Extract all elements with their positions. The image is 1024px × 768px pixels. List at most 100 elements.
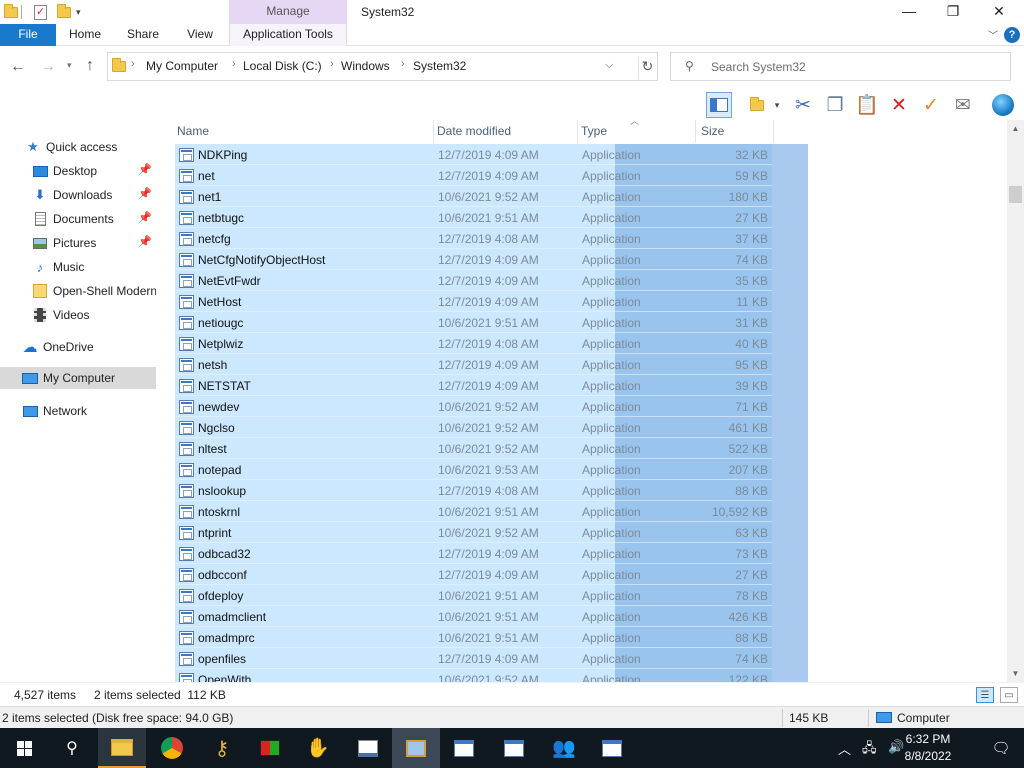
tray-overflow-icon[interactable]: ︿ [838, 739, 851, 758]
nav-music[interactable]: ♪ Music [0, 256, 156, 278]
file-list[interactable]: NDKPing 12/7/2019 4:09 AM Application 32 KB… [175, 144, 808, 682]
nav-network[interactable]: Network [0, 400, 156, 422]
table-row[interactable]: Netplwiz 12/7/2019 4:08 AM Application 40 K… [175, 333, 808, 354]
navigation-pane-icon[interactable] [706, 92, 732, 118]
clock-time[interactable]: 6:32 PM [898, 732, 958, 746]
pin-icon[interactable]: 📌 [138, 163, 152, 176]
vertical-scrollbar[interactable]: ▲ ▼ [1007, 120, 1024, 682]
table-row[interactable]: ntprint 10/6/2021 9:52 AM Application 63 KB [175, 522, 808, 543]
tab-share[interactable]: Share [120, 24, 166, 46]
qat-customize-icon[interactable]: ▾ [76, 3, 81, 21]
recent-locations-icon[interactable]: ▾ [67, 60, 72, 71]
taskbar-app-4[interactable] [246, 728, 294, 768]
taskbar-app-6[interactable] [344, 728, 392, 768]
cut-icon[interactable]: ✂ [790, 92, 816, 118]
back-button[interactable]: ← [10, 58, 26, 76]
table-row[interactable]: netsh 12/7/2019 4:09 AM Application 95 KB [175, 354, 808, 375]
tab-view[interactable]: View [178, 24, 222, 46]
column-header-date-modified[interactable]: Date modified [434, 120, 578, 143]
details-view-button[interactable]: ☰ [976, 687, 994, 703]
nav-documents[interactable]: Documents 📌 [0, 208, 156, 230]
table-row[interactable]: Ngclso 10/6/2021 9:52 AM Application 461 KB [175, 417, 808, 438]
large-icons-view-button[interactable]: ▭ [1000, 687, 1018, 703]
table-row[interactable]: odbcad32 12/7/2019 4:09 AM Application 73 K… [175, 543, 808, 564]
table-row[interactable]: nltest 10/6/2021 9:52 AM Application 522 KB [175, 438, 808, 459]
table-row[interactable]: omadmprc 10/6/2021 9:51 AM Application 88 K… [175, 627, 808, 648]
nav-desktop[interactable]: Desktop 📌 [0, 160, 156, 182]
paste-icon[interactable]: 📋 [854, 92, 880, 118]
taskbar-app-7[interactable] [392, 728, 440, 768]
address-bar[interactable]: › My Computer › Local Disk (C:) › Window… [107, 52, 658, 81]
pin-icon[interactable]: 📌 [138, 187, 152, 200]
folder-options-icon[interactable] [744, 92, 770, 118]
close-button[interactable]: ✕ [976, 0, 1022, 24]
manage-contextual-tab[interactable]: Manage [229, 0, 347, 24]
tab-file[interactable]: File [0, 24, 56, 46]
table-row[interactable]: netbtugc 10/6/2021 9:51 AM Application 27 K… [175, 207, 808, 228]
properties-check-icon[interactable]: ✓ [918, 92, 944, 118]
table-row[interactable]: net1 10/6/2021 9:52 AM Application 180 KB [175, 186, 808, 207]
globe-icon[interactable] [990, 92, 1016, 118]
email-icon[interactable]: ✉ [950, 92, 976, 118]
forward-button[interactable]: → [40, 58, 56, 76]
scrollbar-thumb[interactable] [1009, 186, 1022, 203]
table-row[interactable]: newdev 10/6/2021 9:52 AM Application 71 KB [175, 396, 808, 417]
crumb-my-computer[interactable]: My Computer [146, 59, 218, 73]
qat-folder-icon[interactable] [4, 3, 18, 21]
table-row[interactable]: nslookup 12/7/2019 4:08 AM Application 88 K… [175, 480, 808, 501]
nav-pictures[interactable]: Pictures 📌 [0, 232, 156, 254]
taskbar-file-explorer[interactable] [98, 728, 146, 768]
ribbon-expand-icon[interactable]: ﹀ [988, 27, 998, 42]
taskbar-app-11[interactable] [588, 728, 636, 768]
crumb-local-disk[interactable]: Local Disk (C:) [243, 59, 322, 73]
table-row[interactable]: NetCfgNotifyObjectHost 12/7/2019 4:09 AM A… [175, 249, 808, 270]
search-box[interactable]: ⚲ [670, 52, 1011, 81]
help-button[interactable]: ? [1004, 27, 1020, 43]
table-row[interactable]: NetHost 12/7/2019 4:09 AM Application 11 KB [175, 291, 808, 312]
table-row[interactable]: netiougc 10/6/2021 9:51 AM Application 31 K… [175, 312, 808, 333]
nav-onedrive[interactable]: ☁ OneDrive [0, 336, 156, 358]
notifications-icon[interactable]: 🗨 [978, 728, 1024, 768]
taskbar-search-icon[interactable]: ⚲ [48, 728, 96, 768]
crumb-windows[interactable]: Windows [341, 59, 390, 73]
search-input[interactable] [711, 58, 1001, 76]
chevron-right-icon[interactable]: › [232, 58, 236, 70]
network-tray-icon[interactable]: 🖧 [862, 739, 877, 761]
nav-my-computer[interactable]: My Computer [0, 367, 156, 389]
table-row[interactable]: ofdeploy 10/6/2021 9:51 AM Application 78 K… [175, 585, 808, 606]
maximize-button[interactable]: ❐ [930, 0, 976, 24]
taskbar-app-9[interactable] [490, 728, 538, 768]
table-row[interactable]: ntoskrnl 10/6/2021 9:51 AM Application 10,5… [175, 501, 808, 522]
table-row[interactable]: NDKPing 12/7/2019 4:09 AM Application 32 KB [175, 144, 808, 165]
chevron-right-icon[interactable]: › [131, 58, 135, 70]
table-row[interactable]: openfiles 12/7/2019 4:09 AM Application 74 … [175, 648, 808, 669]
table-row[interactable]: OpenWith 10/6/2021 9:52 AM Application 122 … [175, 669, 808, 682]
minimize-button[interactable]: — [886, 0, 932, 24]
refresh-icon[interactable]: ↻ [638, 57, 656, 79]
table-row[interactable]: omadmclient 10/6/2021 9:51 AM Application 4… [175, 606, 808, 627]
table-row[interactable]: NetEvtFwdr 12/7/2019 4:09 AM Application 35… [175, 270, 808, 291]
new-folder-icon[interactable] [57, 3, 71, 21]
nav-downloads[interactable]: ⬇ Downloads 📌 [0, 184, 156, 206]
taskbar-app-8[interactable] [440, 728, 488, 768]
nav-quick-access[interactable]: ★ Quick access [0, 136, 156, 158]
chevron-right-icon[interactable]: › [330, 58, 334, 70]
folder-options-dropdown-icon[interactable]: ▾ [770, 92, 784, 118]
taskbar-app-5[interactable]: ✋ [294, 728, 342, 768]
pin-icon[interactable]: 📌 [138, 211, 152, 224]
column-header-name[interactable]: Name [174, 120, 434, 143]
pin-icon[interactable]: 📌 [138, 235, 152, 248]
scroll-down-icon[interactable]: ▼ [1007, 665, 1024, 682]
column-header-size[interactable]: Size [698, 120, 774, 143]
copy-icon[interactable]: ❐ [822, 92, 848, 118]
table-row[interactable]: odbcconf 12/7/2019 4:09 AM Application 27 K… [175, 564, 808, 585]
tab-home[interactable]: Home [62, 24, 108, 46]
address-dropdown-icon[interactable]: ⌵ [605, 59, 613, 72]
table-row[interactable]: netcfg 12/7/2019 4:08 AM Application 37 KB [175, 228, 808, 249]
clock-date[interactable]: 8/8/2022 [898, 749, 958, 763]
delete-icon[interactable]: ✕ [886, 92, 912, 118]
tab-application-tools[interactable]: Application Tools [229, 24, 347, 46]
scroll-up-icon[interactable]: ▲ [1007, 120, 1024, 137]
chevron-right-icon[interactable]: › [401, 58, 405, 70]
nav-open-shell-modern[interactable]: Open-Shell Modern [0, 280, 156, 302]
